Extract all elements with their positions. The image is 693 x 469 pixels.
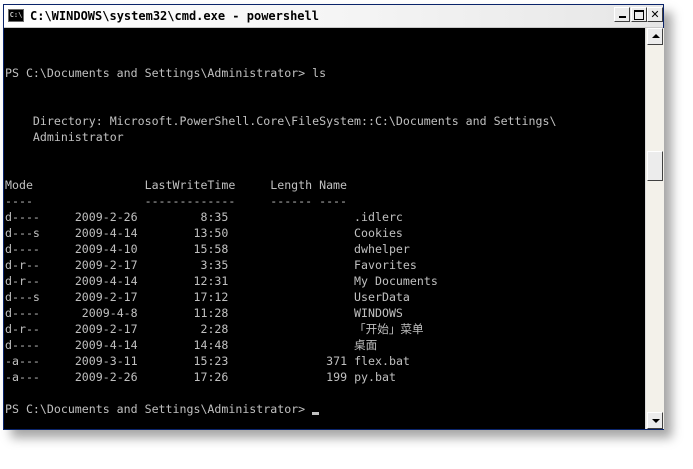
- listing-row: -a--- 2009-2-26 17:26 199 py.bat: [5, 370, 396, 384]
- minimize-icon: [618, 16, 626, 18]
- row-time: 15:58: [193, 242, 229, 256]
- row-date: 2009-4-8: [81, 306, 138, 320]
- close-icon: ✕: [650, 8, 660, 21]
- row-date: 2009-2-26: [74, 370, 138, 384]
- row-date: 2009-2-17: [74, 290, 138, 304]
- row-date: 2009-2-17: [74, 258, 138, 272]
- row-time: 3:35: [200, 258, 229, 272]
- row-name: Favorites: [354, 258, 417, 272]
- row-mode: -a---: [5, 370, 40, 384]
- scroll-thumb[interactable]: [647, 151, 663, 181]
- row-name: dwhelper: [354, 242, 410, 256]
- row-length: 371: [326, 354, 348, 368]
- row-time: 15:23: [193, 354, 229, 368]
- listing-row: -a--- 2009-3-11 15:23 371 flex.bat: [5, 354, 410, 368]
- maximize-button[interactable]: [631, 7, 647, 22]
- scroll-up-button[interactable]: [647, 28, 663, 45]
- row-time: 12:31: [193, 274, 229, 288]
- directory-line-continued: Administrator: [5, 130, 124, 144]
- maximize-icon: [634, 10, 644, 20]
- row-mode: d---s: [5, 226, 40, 240]
- listing-row: d-r-- 2009-2-17 3:35 Favorites: [5, 258, 417, 272]
- row-name: py.bat: [354, 370, 396, 384]
- row-name: .idlerc: [354, 210, 403, 224]
- console-window: C:\ C:\WINDOWS\system32\cmd.exe - powers…: [3, 4, 664, 430]
- row-time: 11:28: [193, 306, 229, 320]
- row-mode: d----: [5, 306, 40, 320]
- close-button[interactable]: ✕: [647, 7, 663, 22]
- arrow-up-icon: [652, 34, 660, 38]
- row-mode: d---s: [5, 290, 40, 304]
- minimize-button[interactable]: [614, 7, 630, 22]
- final-prompt: PS C:\Documents and Settings\Administrat…: [5, 402, 320, 416]
- row-time: 17:26: [193, 370, 229, 384]
- listing-row: d---- 2009-4-14 14:48 桌面: [5, 338, 377, 352]
- row-date: 2009-4-14: [74, 226, 138, 240]
- cmd-icon[interactable]: C:\: [8, 9, 24, 22]
- row-time: 14:48: [193, 338, 229, 352]
- listing-row: d-r-- 2009-2-17 2:28 「开始」菜单: [5, 322, 424, 336]
- listing-row: d---s 2009-2-17 17:12 UserData: [5, 290, 410, 304]
- directory-line: Directory: Microsoft.PowerShell.Core\Fil…: [5, 114, 557, 128]
- prompt-line: PS C:\Documents and Settings\Administrat…: [5, 66, 327, 80]
- listing-rows: d---- 2009-2-26 8:35 .idlerc d---s 2009-…: [5, 210, 438, 384]
- row-time: 13:50: [193, 226, 229, 240]
- text-cursor: [312, 412, 320, 415]
- window-title: C:\WINDOWS\system32\cmd.exe - powershell: [30, 9, 319, 23]
- vertical-scrollbar[interactable]: [645, 28, 664, 429]
- row-name: My Documents: [354, 274, 438, 288]
- row-mode: d-r--: [5, 258, 40, 272]
- row-date: 2009-4-14: [74, 338, 138, 352]
- row-date: 2009-3-11: [74, 354, 138, 368]
- listing-row: d---- 2009-4-8 11:28 WINDOWS: [5, 306, 403, 320]
- row-mode: d----: [5, 242, 40, 256]
- row-mode: -a---: [5, 354, 40, 368]
- row-name: UserData: [354, 290, 410, 304]
- row-mode: d----: [5, 338, 40, 352]
- row-time: 8:35: [200, 210, 229, 224]
- listing-row: d---- 2009-4-10 15:58 dwhelper: [5, 242, 410, 256]
- console-output[interactable]: PS C:\Documents and Settings\Administrat…: [4, 28, 645, 429]
- column-underline: ---- ------------- ------ ----: [5, 194, 348, 208]
- listing-row: d-r-- 2009-4-14 12:31 My Documents: [5, 274, 438, 288]
- row-date: 2009-2-26: [74, 210, 138, 224]
- row-mode: d-r--: [5, 322, 40, 336]
- row-mode: d----: [5, 210, 40, 224]
- scroll-down-button[interactable]: [647, 412, 663, 429]
- listing-row: d---- 2009-2-26 8:35 .idlerc: [5, 210, 403, 224]
- row-time: 17:12: [193, 290, 229, 304]
- listing-row: d---s 2009-4-14 13:50 Cookies: [5, 226, 403, 240]
- row-time: 2:28: [200, 322, 229, 336]
- column-header: Mode LastWriteTime Length Name: [5, 178, 348, 192]
- row-name: WINDOWS: [354, 306, 403, 320]
- row-date: 2009-2-17: [74, 322, 138, 336]
- row-date: 2009-4-10: [74, 242, 138, 256]
- row-name: Cookies: [354, 226, 403, 240]
- row-mode: d-r--: [5, 274, 40, 288]
- arrow-down-icon: [652, 419, 660, 423]
- row-date: 2009-4-14: [74, 274, 138, 288]
- row-name: 桌面: [354, 338, 378, 352]
- console-text: PS C:\Documents and Settings\Administrat…: [5, 33, 556, 417]
- row-name: flex.bat: [354, 354, 410, 368]
- row-name: 「开始」菜单: [354, 322, 424, 336]
- row-length: 199: [326, 370, 348, 384]
- title-bar[interactable]: C:\ C:\WINDOWS\system32\cmd.exe - powers…: [4, 5, 663, 28]
